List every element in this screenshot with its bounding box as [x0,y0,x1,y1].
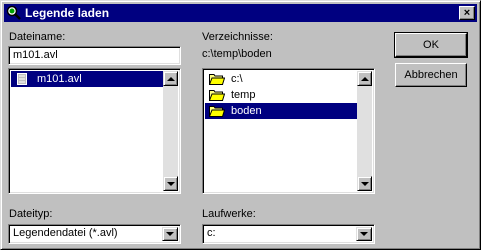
ok-button[interactable]: OK [394,32,468,58]
filename-input[interactable]: m101.avl [8,46,181,65]
list-item-label: c:\ [231,73,243,85]
cancel-button[interactable]: Abbrechen [395,63,467,87]
filename-label: Dateiname: [9,31,66,43]
dialog-window: Legende laden × Dateiname: m101.avl m101… [0,0,481,250]
arrow-down-icon [167,182,175,186]
close-icon: × [463,7,471,19]
current-path: c:\temp\boden [202,48,272,60]
scroll-up-button[interactable] [163,71,178,86]
directories-label: Verzeichnisse: [202,31,273,43]
file-icon [17,73,27,85]
folder-open-icon [209,106,225,117]
drives-label: Laufwerke: [202,208,256,220]
window-title: Legende laden [25,6,110,20]
list-item-file[interactable]: m101.avl [11,71,163,87]
drives-select[interactable]: c: [202,224,375,244]
list-item-label: temp [231,89,256,101]
close-button[interactable]: × [459,6,475,20]
scroll-down-button[interactable] [357,176,372,191]
scroll-down-button[interactable] [163,176,178,191]
title-bar[interactable]: Legende laden × [4,4,477,22]
list-item-dir[interactable]: c:\ [205,71,357,87]
magnifier-icon [6,5,21,20]
chevron-down-icon [360,232,368,236]
chevron-down-icon [166,232,174,236]
filetype-label: Dateityp: [9,208,53,220]
list-item-dir[interactable]: temp [205,87,357,103]
list-item-label: m101.avl [37,73,82,85]
arrow-down-icon [361,182,369,186]
filetype-select[interactable]: Legendendatei (*.avl) [8,224,181,244]
arrow-up-icon [167,77,175,81]
folder-open-icon [209,74,225,85]
folder-open-icon [209,90,225,101]
list-item-label: boden [231,105,262,117]
scroll-up-button[interactable] [357,71,372,86]
file-list[interactable]: m101.avl [8,68,181,194]
list-item-dir[interactable]: boden [205,103,357,119]
directory-list-scrollbar[interactable] [357,71,372,191]
dropdown-button[interactable] [356,227,372,241]
arrow-up-icon [361,77,369,81]
dropdown-button[interactable] [162,227,178,241]
directory-list[interactable]: c:\ temp boden [202,68,375,194]
file-list-scrollbar[interactable] [163,71,178,191]
